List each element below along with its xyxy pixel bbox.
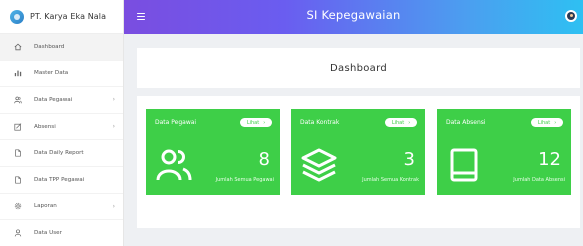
topbar: SI Kepegawaian	[124, 0, 583, 34]
stat-card-data-kontrak: Data Kontrak Lihat › 3 Jumlah Semua Kont…	[291, 109, 425, 195]
chevron-right-icon: ›	[112, 123, 115, 131]
settings-icon	[12, 200, 24, 212]
stat-card-caption: Jumlah Semua Pegawai	[215, 177, 274, 183]
sidebar-item-label: Data User	[34, 229, 62, 236]
sidebar-item-label: Data Daily Report	[34, 150, 84, 157]
view-button-label: Lihat	[391, 119, 405, 126]
stat-card-value: 12	[538, 149, 561, 170]
sidebar-item-label: Master Data	[34, 70, 69, 77]
chevron-right-icon: ›	[263, 119, 266, 126]
sidebar-item-master-data[interactable]: Master Data	[0, 61, 123, 88]
sidebar-item-label: Data TPP Pegawai	[34, 176, 85, 183]
sidebar-item-data-daily-report[interactable]: Data Daily Report	[0, 140, 123, 167]
sidebar: PT. Karya Eka Nala Dashboard Master Data…	[0, 0, 124, 246]
view-button[interactable]: Lihat ›	[385, 118, 417, 127]
dashboard-content: Data Pegawai Lihat › 8 Jumlah Semua Pega…	[137, 96, 580, 228]
brand-logo-icon	[10, 9, 24, 24]
users-icon	[156, 149, 192, 181]
users-icon	[12, 94, 24, 106]
view-button-label: Lihat	[537, 119, 551, 126]
view-button[interactable]: Lihat ›	[240, 118, 272, 127]
user-avatar-icon	[567, 12, 575, 20]
stat-card-caption: Jumlah Semua Kontrak	[362, 177, 419, 183]
sidebar-item-laporan[interactable]: Laporan ›	[0, 194, 123, 221]
stat-card-data-absensi: Data Absensi Lihat › 12 Jumlah Data Abse…	[437, 109, 571, 195]
document-icon	[12, 147, 24, 159]
layers-icon	[301, 148, 337, 182]
user-icon	[12, 227, 24, 239]
chevron-right-icon: ›	[554, 119, 557, 126]
chevron-right-icon: ›	[112, 202, 115, 210]
sidebar-item-data-user[interactable]: Data User	[0, 220, 123, 246]
app-title: SI Kepegawaian	[306, 8, 401, 22]
sidebar-item-label: Laporan	[34, 203, 57, 210]
book-icon	[450, 148, 478, 182]
sidebar-item-data-tpp-pegawai[interactable]: Data TPP Pegawai	[0, 167, 123, 194]
chevron-right-icon: ›	[112, 96, 115, 104]
chevron-right-icon: ›	[408, 119, 411, 126]
document-icon	[12, 174, 24, 186]
sidebar-item-data-pegawai[interactable]: Data Pegawai ›	[0, 87, 123, 114]
sidebar-nav: Dashboard Master Data Data Pegawai › Abs…	[0, 34, 123, 246]
stat-card-title: Data Absensi	[446, 119, 486, 126]
page-header: Dashboard	[137, 48, 580, 88]
edit-icon	[12, 121, 24, 133]
stat-card-title: Data Kontrak	[300, 119, 340, 126]
home-icon	[12, 41, 24, 53]
page-title: Dashboard	[330, 62, 387, 74]
bar-chart-icon	[12, 67, 24, 79]
stat-card-data-pegawai: Data Pegawai Lihat › 8 Jumlah Semua Pega…	[146, 109, 280, 195]
sidebar-item-dashboard[interactable]: Dashboard	[0, 34, 123, 61]
view-button-label: Lihat	[246, 119, 260, 126]
avatar[interactable]	[565, 10, 577, 22]
sidebar-item-label: Data Pegawai	[34, 96, 73, 103]
view-button[interactable]: Lihat ›	[531, 118, 563, 127]
stat-card-value: 8	[258, 149, 270, 170]
brand-name: PT. Karya Eka Nala	[30, 12, 107, 21]
sidebar-item-absensi[interactable]: Absensi ›	[0, 114, 123, 141]
stat-card-value: 3	[403, 149, 415, 170]
sidebar-item-label: Absensi	[34, 123, 56, 130]
sidebar-item-label: Dashboard	[34, 43, 65, 50]
stat-card-title: Data Pegawai	[155, 119, 197, 126]
brand[interactable]: PT. Karya Eka Nala	[0, 0, 123, 34]
stat-card-caption: Jumlah Data Absensi	[513, 177, 565, 183]
